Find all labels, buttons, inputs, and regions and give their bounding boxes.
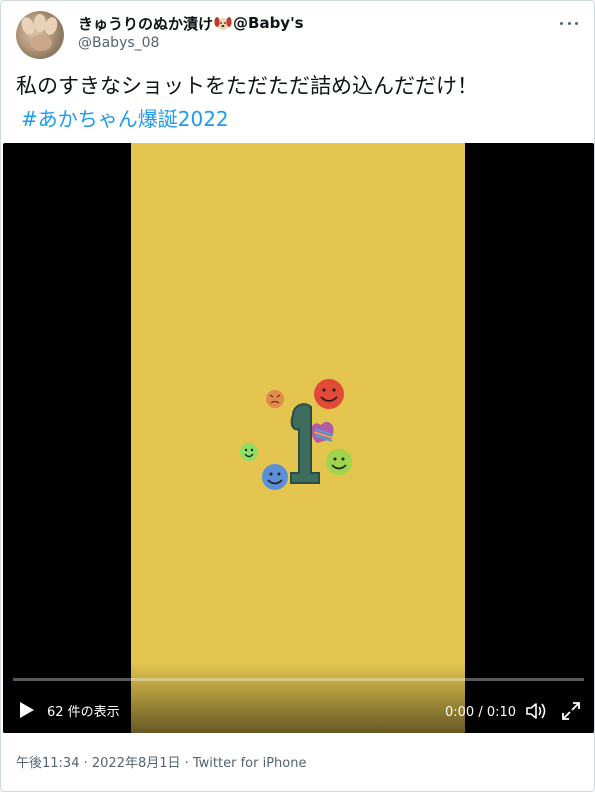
tweet-card: きゅうりのぬか漬け @Baby's @Babys_08 私のすきなショットをただ… [0,0,595,792]
birthday-number-one-sticker [240,379,352,490]
user-avatar-icon[interactable] [16,11,64,59]
lime-smiley-icon [326,449,352,475]
number-one-icon [290,403,320,484]
tweet-timestamp[interactable]: 午後11:34 · 2022年8月1日 · Twitter for iPhone [16,752,306,771]
angry-face-icon [266,390,284,408]
view-count: 62 件の表示 [47,705,120,720]
red-smiley-icon [314,379,344,409]
video-time: 0:00 / 0:10 [445,705,517,720]
video-controls-bar [3,663,594,733]
volume-icon[interactable] [525,701,547,721]
more-dot-icon [560,21,563,25]
blue-smiley-icon [262,464,288,490]
heart-icon [310,421,334,443]
more-dot-icon [567,21,571,25]
video-progress-bar[interactable] [13,678,584,681]
display-name[interactable]: きゅうりのぬか漬け [78,13,213,34]
tweet-text: 私のすきなショットをただただ詰め込んだだけ！ [16,74,478,98]
user-handle[interactable]: @Babys_08 [78,35,159,51]
video-player[interactable]: 62 件の表示 0:00 / 0:10 [3,143,594,733]
green-smiley-icon [240,443,258,461]
more-dot-icon [575,21,578,25]
play-icon[interactable] [19,701,35,719]
hashtag-link[interactable]: #あかちゃん爆誕2022 [21,103,229,132]
fullscreen-icon[interactable] [561,701,581,721]
more-options-button[interactable] [557,15,581,31]
author-name-row[interactable]: きゅうりのぬか漬け @Baby's [78,13,304,33]
dog-face-icon [214,15,232,31]
display-name-suffix: @Baby's [233,14,304,32]
